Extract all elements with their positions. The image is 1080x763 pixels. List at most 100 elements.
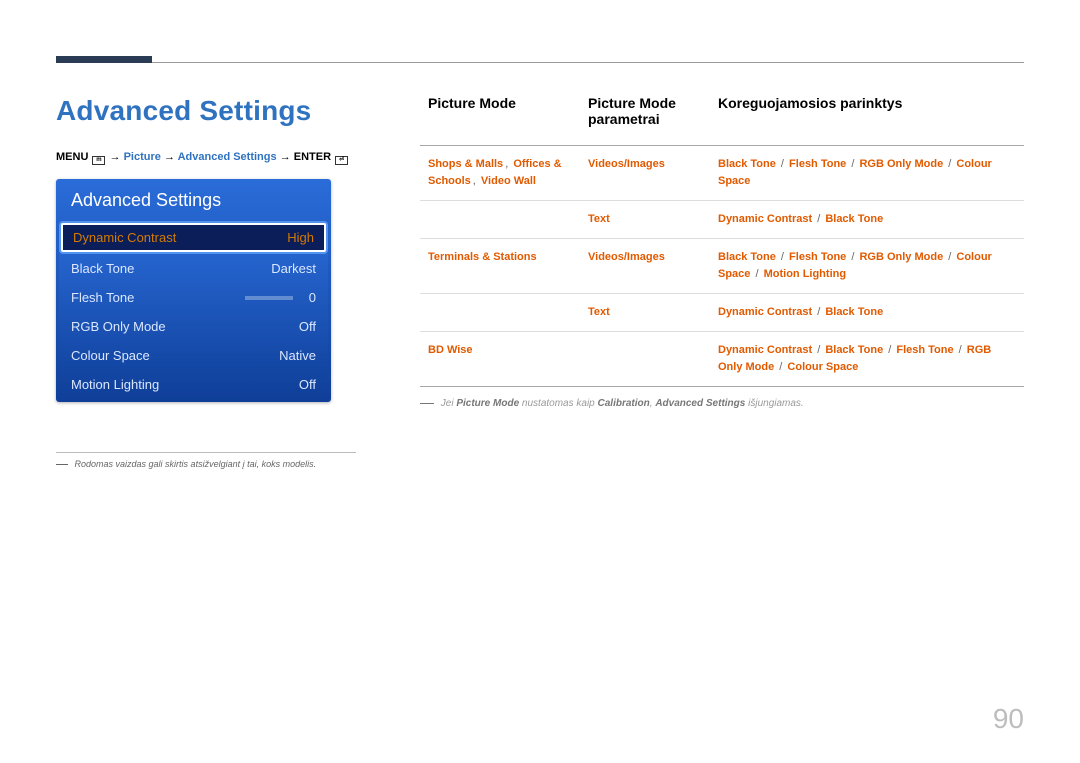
dash-icon [420,403,434,404]
menupath-picture: Picture [124,151,161,163]
osd-row-value: High [287,230,314,245]
table-row: Terminals & StationsVideos/ImagesBlack T… [420,239,1024,294]
arrow-icon: → [164,151,175,163]
table-row: BD Wise Dynamic Contrast / Black Tone / F… [420,332,1024,387]
table-cell-param [580,332,710,387]
osd-row-label: Dynamic Contrast [73,230,176,245]
table-cell-param: Text [580,294,710,332]
osd-row-value-wrap: Darkest [271,261,316,276]
emph-term: Video Wall [481,175,536,187]
left-footnote-text: Rodomas vaizdas gali skirtis atsižvelgia… [75,459,317,469]
separator: / [752,268,761,280]
note-bold: Advanced Settings [655,398,745,409]
osd-row-value: Off [299,377,316,392]
emph-term: Black Tone [718,158,776,170]
osd-row-label: RGB Only Mode [71,319,166,334]
separator: / [945,158,954,170]
table-row: Shops & Malls, Offices & Schools, Video … [420,146,1024,201]
osd-row-label: Motion Lighting [71,377,159,392]
footnote-rule [56,452,356,453]
osd-row[interactable]: Flesh Tone 0 [59,283,328,312]
arrow-icon: → [110,151,121,163]
emph-term: Terminals & Stations [428,251,537,263]
emph-term: Shops & Malls [428,158,503,170]
emph-term: Black Tone [718,251,776,263]
osd-panel: Advanced Settings Dynamic Contrast High Bl… [56,179,331,402]
emph-term: Dynamic Contrast [718,344,812,356]
osd-row-value-wrap: Off [299,377,316,392]
table-cell-picture-mode: Terminals & Stations [420,239,580,294]
osd-row-value-wrap: High [287,230,314,245]
note-bold: Picture Mode [456,398,519,409]
table-cell-picture-mode [420,294,580,332]
compatibility-table: Picture Mode Picture Mode parametrai Kor… [420,95,1024,387]
separator: , [473,175,479,187]
note-text: Jei [441,398,457,409]
osd-row[interactable]: Motion Lighting Off [59,370,328,399]
emph-term: RGB Only Mode [859,158,943,170]
emph-term: Dynamic Contrast [718,213,812,225]
table-cell-options: Dynamic Contrast / Black Tone [710,294,1024,332]
menu-breadcrumb: MENU m → Picture → Advanced Settings → E… [56,151,380,165]
note-text: išjungiamas. [745,398,803,409]
emph-term: Colour Space [787,361,858,373]
separator: / [778,251,787,263]
table-header: Koreguojamosios parinktys [710,95,1024,146]
separator: / [776,361,785,373]
menupath-advanced: Advanced Settings [178,151,277,163]
separator: / [814,306,823,318]
osd-title: Advanced Settings [59,182,328,221]
page-number: 90 [993,703,1024,735]
emph-term: Black Tone [825,344,883,356]
osd-row[interactable]: Black Tone Darkest [59,254,328,283]
enter-button-icon: ⏎ [335,156,348,165]
table-header: Picture Mode parametrai [580,95,710,146]
note-text: nustatomas kaip [519,398,597,409]
osd-row-value: Darkest [271,261,316,276]
table-cell-picture-mode: BD Wise [420,332,580,387]
emph-term: Black Tone [825,306,883,318]
osd-row[interactable]: RGB Only Mode Off [59,312,328,341]
table-row: TextDynamic Contrast / Black Tone [420,201,1024,239]
note-bold: Calibration [598,398,650,409]
osd-row-label: Colour Space [71,348,150,363]
menupath-menu: MENU [56,151,88,163]
osd-row[interactable]: Dynamic Contrast High [61,223,326,252]
menupath-enter: ENTER [294,151,331,163]
separator: / [885,344,894,356]
emph-term: Dynamic Contrast [718,306,812,318]
osd-row-label: Black Tone [71,261,134,276]
table-cell-options: Dynamic Contrast / Black Tone [710,201,1024,239]
table-row: TextDynamic Contrast / Black Tone [420,294,1024,332]
emph-term: Flesh Tone [789,251,846,263]
emph-term: BD Wise [428,344,473,356]
table-cell-options: Dynamic Contrast / Black Tone / Flesh To… [710,332,1024,387]
separator: / [778,158,787,170]
separator: / [848,158,857,170]
osd-row-value-wrap: Off [299,319,316,334]
emph-term: Black Tone [825,213,883,225]
osd-row-label: Flesh Tone [71,290,134,305]
osd-row-value: Native [279,348,316,363]
table-header: Picture Mode [420,95,580,146]
separator: / [848,251,857,263]
left-footnote: Rodomas vaizdas gali skirtis atsižvelgia… [56,459,380,469]
table-cell-picture-mode [420,201,580,239]
emph-term: Flesh Tone [789,158,846,170]
table-cell-options: Black Tone / Flesh Tone / RGB Only Mode … [710,239,1024,294]
osd-row-value: Off [299,319,316,334]
emph-term: Motion Lighting [764,268,846,280]
arrow-icon: → [280,151,291,163]
separator: / [814,213,823,225]
osd-row[interactable]: Colour Space Native [59,341,328,370]
separator: , [505,158,511,170]
separator: / [945,251,954,263]
osd-list: Dynamic Contrast High Black Tone Darkest Fle… [59,223,328,399]
table-cell-picture-mode: Shops & Malls, Offices & Schools, Video … [420,146,580,201]
menu-button-icon: m [92,156,105,165]
table-cell-param: Videos/Images [580,146,710,201]
osd-row-value-wrap: 0 [245,290,316,305]
section-heading: Advanced Settings [56,95,380,127]
separator: / [814,344,823,356]
slider-track[interactable] [245,296,293,300]
